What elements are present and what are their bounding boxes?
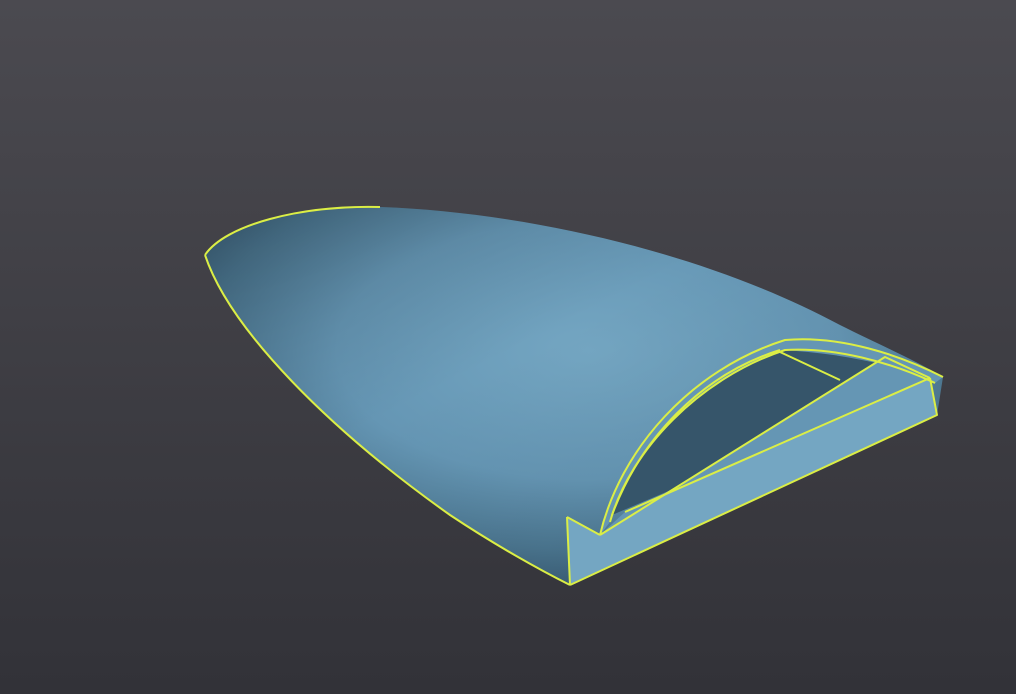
3d-viewport[interactable] bbox=[0, 0, 1016, 694]
nose-cone-model[interactable] bbox=[204, 205, 944, 586]
3d-scene[interactable] bbox=[0, 0, 1016, 694]
